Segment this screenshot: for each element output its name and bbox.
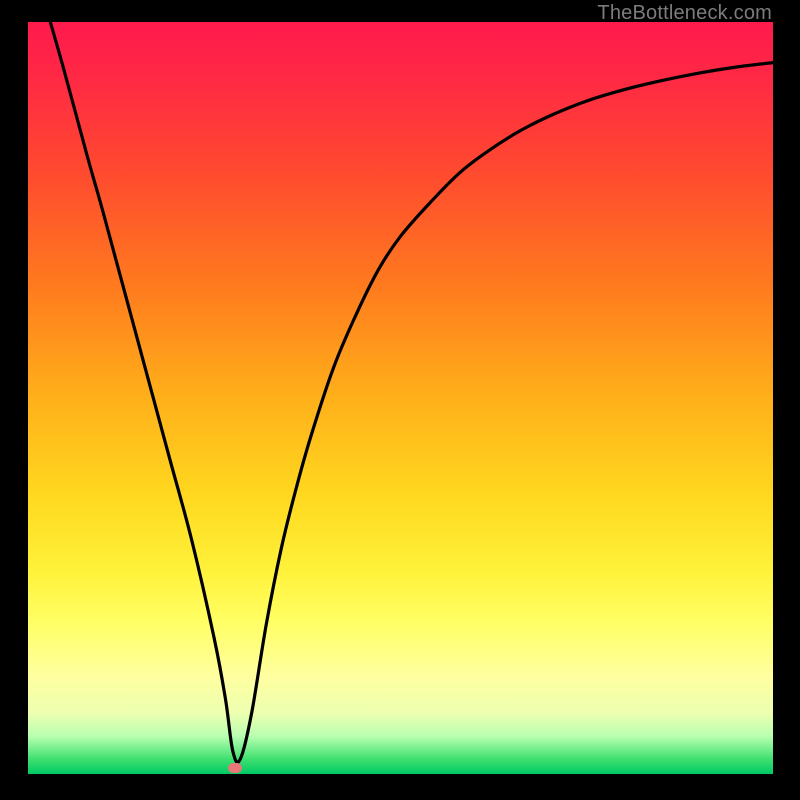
trough-marker (228, 763, 242, 773)
chart-frame (28, 22, 773, 774)
chart-curve-path (50, 22, 773, 762)
chart-curve-svg (28, 22, 773, 774)
